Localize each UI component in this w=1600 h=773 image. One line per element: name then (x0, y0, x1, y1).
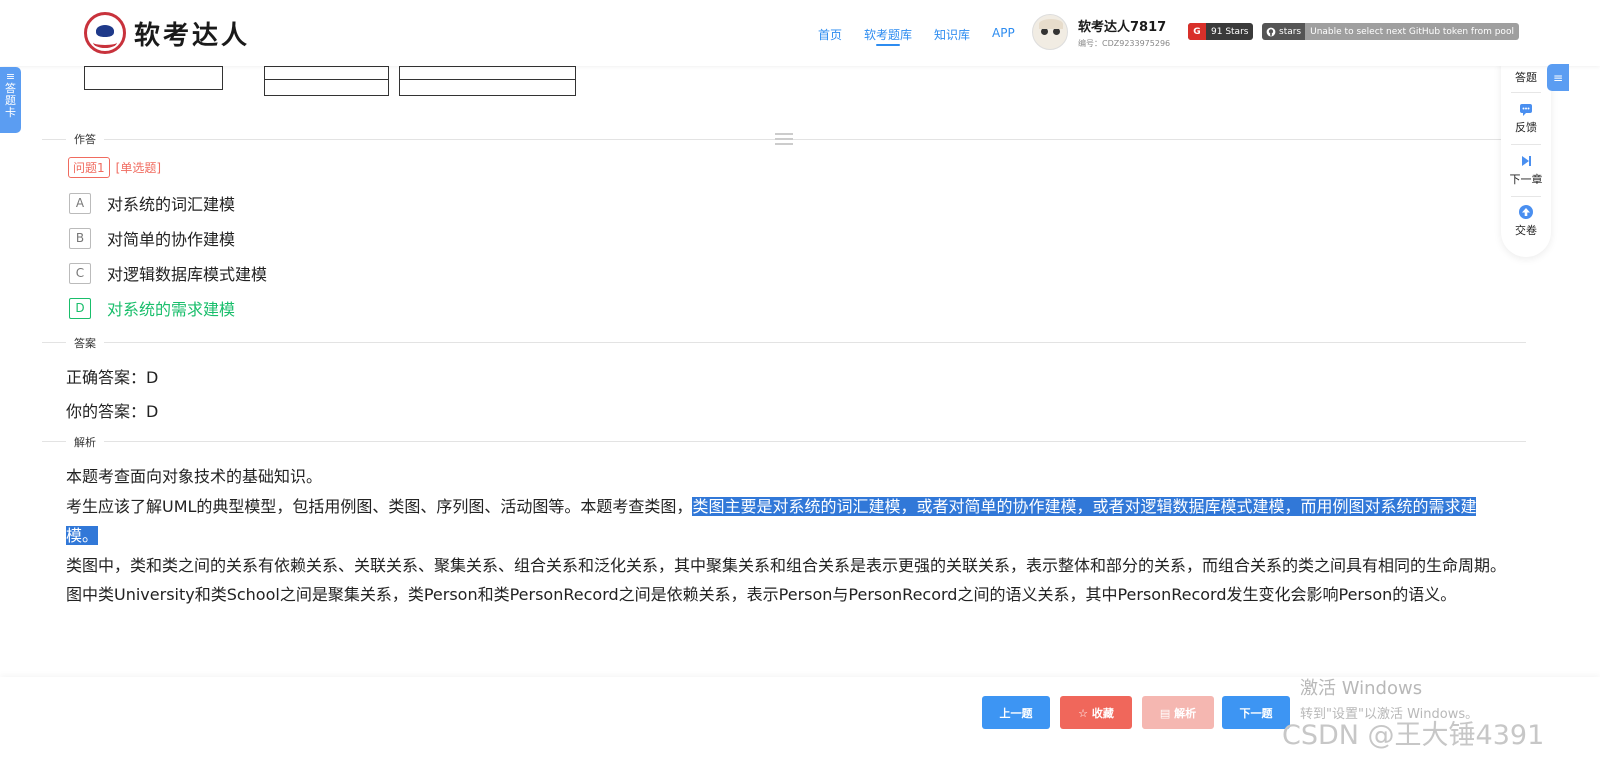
question-type: [单选题] (115, 161, 162, 175)
option-b-text: 对简单的协作建模 (107, 230, 236, 249)
correct-answer: 正确答案：D (66, 368, 159, 387)
upload-arrow-icon (1519, 205, 1533, 219)
option-d-letter: D (69, 297, 91, 319)
github-badge-label: stars (1262, 23, 1306, 40)
analysis-text: 本题考查面向对象技术的基础知识。 考生应该了解UML的典型模型，包括用例图、类图… (66, 462, 1506, 610)
class-box-2 (264, 66, 389, 96)
user-id: 编号：CDZ9233975296 (1078, 38, 1171, 48)
logo-text: 软考达人 (134, 20, 251, 51)
site-logo[interactable]: 软考达人 (84, 12, 250, 54)
analysis-paragraph-2: 考生应该了解UML的典型模型，包括用例图、类图、序列图、活动图等。本题考查类图，… (66, 492, 1506, 551)
logo-emblem-icon (84, 12, 126, 54)
section-label-analysis: 解析 (66, 434, 104, 450)
answer-card-tab[interactable]: ≡ 答 题 卡 (0, 67, 21, 133)
option-d-text: 对系统的需求建模 (107, 300, 236, 319)
analysis-paragraph-3: 类图中，类和类之间的关系有依赖关系、关联关系、聚集关系、组合关系和泛化关系，其中… (66, 555, 1507, 605)
main-nav: 首页 软考题库 知识库 APP (818, 26, 1037, 46)
option-a-text: 对系统的词汇建模 (107, 195, 236, 214)
option-c[interactable]: C 对逻辑数据库模式建模 (69, 261, 267, 285)
option-d[interactable]: D 对系统的需求建模 (69, 296, 235, 320)
divider-answer (42, 342, 1526, 343)
right-tool-panel: 答题 反馈 下一章 交卷 (1501, 55, 1551, 257)
divider-analysis (42, 441, 1526, 442)
analysis-paragraph-2-plain: 考生应该了解UML的典型模型，包括用例图、类图、序列图、活动图等。本题考查类图， (66, 496, 693, 516)
tool-next-chapter[interactable]: 下一章 (1501, 154, 1551, 187)
user-name: 软考达人7817 (1078, 19, 1167, 35)
skip-next-icon (1522, 156, 1531, 166)
your-answer: 你的答案：D (66, 402, 159, 421)
nav-app[interactable]: APP (992, 26, 1015, 43)
class-box-1 (84, 66, 223, 90)
gitee-icon: G (1188, 23, 1206, 40)
stars-count: 91 Stars (1211, 26, 1249, 37)
stars-badge[interactable]: G 91 Stars (1188, 23, 1254, 40)
option-c-text: 对逻辑数据库模式建模 (107, 265, 268, 284)
option-b[interactable]: B 对简单的协作建模 (69, 226, 235, 250)
watermark-line-1: 激活 Windows (1300, 678, 1423, 699)
tool-feedback-label: 反馈 (1515, 121, 1537, 134)
favorite-button[interactable]: ☆ 收藏 (1060, 696, 1132, 729)
option-b-letter: B (69, 227, 91, 249)
drag-handle-icon[interactable] (775, 133, 793, 148)
class-box-3 (399, 66, 576, 96)
nav-home[interactable]: 首页 (818, 26, 842, 43)
option-c-letter: C (69, 262, 91, 284)
chat-bubble-icon (1520, 104, 1532, 116)
question-tags: 问题1 [单选题] (68, 157, 161, 178)
nav-question-bank[interactable]: 软考题库 (864, 26, 912, 46)
uml-diagram-fragment (80, 62, 590, 104)
top-header: 软考达人 首页 软考题库 知识库 APP 软考达人7817 编号：CDZ9233… (0, 0, 1600, 66)
tool-answer-sheet[interactable]: 答题 (1501, 69, 1551, 85)
github-badge[interactable]: stars Unable to select next GitHub token… (1262, 23, 1519, 40)
option-a-letter: A (69, 192, 91, 214)
question-number: 问题1 (68, 157, 110, 178)
analysis-paragraph-1: 本题考查面向对象技术的基础知识。 (66, 467, 323, 486)
github-badge-message: Unable to select next GitHub token from … (1305, 23, 1519, 40)
tool-next-chapter-label: 下一章 (1509, 173, 1543, 186)
tool-feedback[interactable]: 反馈 (1501, 102, 1551, 135)
tool-submit-label: 交卷 (1515, 224, 1537, 237)
answer-card-char-3: 卡 (5, 106, 16, 119)
tool-answer-sheet-label: 答题 (1515, 71, 1537, 84)
user-profile[interactable]: 软考达人7817 编号：CDZ9233975296 (1032, 14, 1170, 50)
option-a[interactable]: A 对系统的词汇建模 (69, 191, 235, 215)
github-icon (1266, 27, 1276, 36)
next-question-button[interactable]: 下一题 (1222, 696, 1290, 729)
analysis-button[interactable]: ▤ 解析 (1142, 696, 1214, 729)
csdn-watermark: CSDN @王大锤4391 (1282, 720, 1545, 751)
tool-submit[interactable]: 交卷 (1501, 205, 1551, 238)
nav-knowledge-base[interactable]: 知识库 (934, 26, 970, 43)
avatar[interactable] (1032, 14, 1068, 50)
right-panel-toggle[interactable]: ≡ (1547, 64, 1569, 91)
section-label-answer: 答案 (66, 335, 104, 351)
section-label-answering: 作答 (66, 131, 104, 147)
prev-question-button[interactable]: 上一题 (982, 696, 1050, 729)
